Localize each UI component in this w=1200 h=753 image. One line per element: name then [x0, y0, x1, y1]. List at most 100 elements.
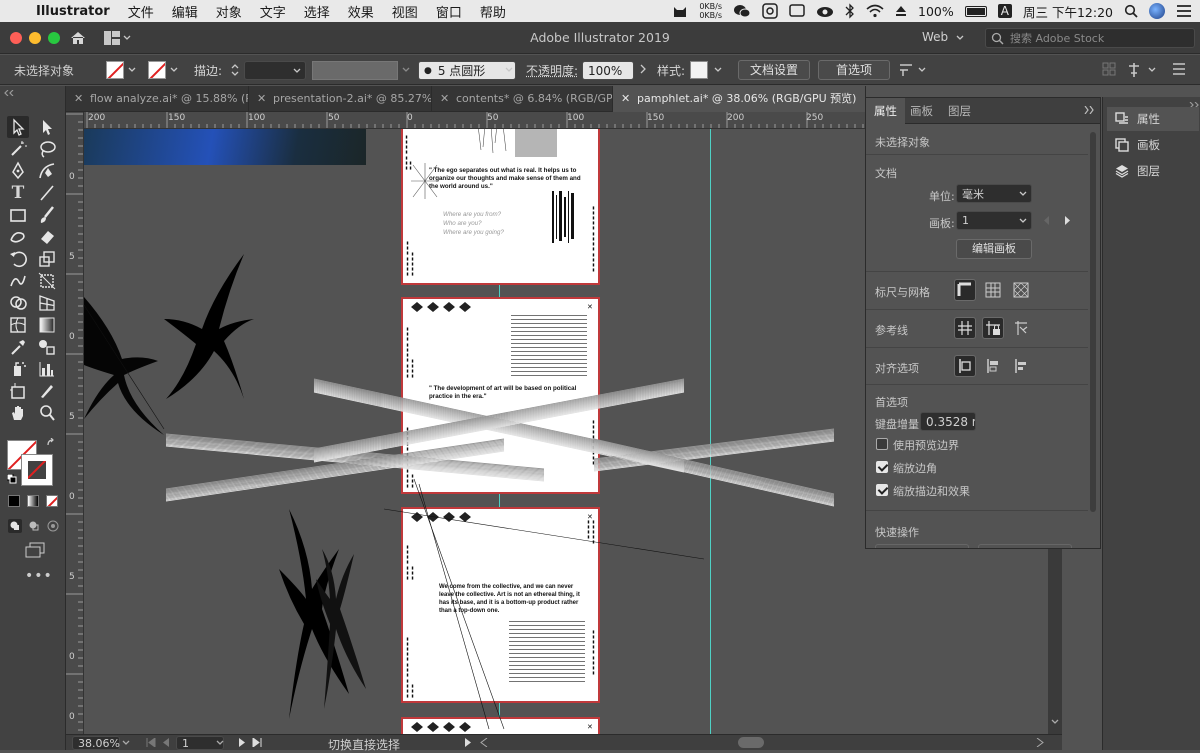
scale-strokes-checkbox[interactable] — [876, 484, 888, 496]
symbol-sprayer-tool-icon[interactable] — [7, 358, 29, 380]
menu-view[interactable]: 视图 — [392, 2, 418, 21]
stroke-color-swatch[interactable] — [22, 455, 52, 485]
next-artboard-icon[interactable] — [1064, 216, 1070, 225]
clock[interactable]: 周三 下午12:20 — [1023, 2, 1113, 21]
adobe-stock-search[interactable]: 搜索 Adobe Stock — [985, 28, 1195, 48]
previous-artboard-icon[interactable] — [1044, 216, 1050, 225]
collapse-panel-icon[interactable] — [1084, 106, 1094, 114]
document-tab[interactable]: ✕contents* @ 6.84% (RGB/GPU... — [432, 86, 613, 112]
rulers-toggle-icon[interactable] — [954, 279, 976, 301]
align-center-icon[interactable] — [1126, 62, 1142, 78]
workspace-switcher[interactable]: Web — [910, 28, 972, 48]
next-artboard-icon[interactable] — [238, 738, 246, 747]
menu-file[interactable]: 文件 — [128, 2, 154, 21]
keyboard-increment-field[interactable]: 0.3528 m — [920, 412, 976, 431]
pen-tool-icon[interactable] — [7, 160, 29, 182]
bluetooth-icon[interactable] — [845, 3, 855, 19]
close-icon[interactable]: ✕ — [257, 86, 266, 112]
menu-select[interactable]: 选择 — [304, 2, 330, 21]
grid-align-icon[interactable] — [1102, 62, 1116, 76]
menu-type[interactable]: 文字 — [260, 2, 286, 21]
align-to-key-object-icon[interactable] — [982, 355, 1004, 377]
screen-mode-icon[interactable] — [24, 542, 46, 558]
dock-layers[interactable]: 图层 — [1107, 159, 1199, 183]
selection-tool-icon[interactable] — [7, 116, 29, 138]
eject-icon[interactable] — [895, 5, 907, 17]
preview-bounds-checkbox[interactable] — [876, 438, 888, 450]
document-tab[interactable]: ✕ flow analyze.ai* @ 15.88% (R... — [66, 86, 249, 112]
wechat-icon[interactable] — [733, 3, 751, 19]
scroll-left-icon[interactable] — [480, 738, 488, 747]
stroke-swatch[interactable] — [148, 61, 166, 79]
align-to-artboard-icon[interactable] — [1010, 355, 1032, 377]
graphic-style-swatch[interactable] — [690, 61, 708, 79]
chevron-down-icon[interactable] — [128, 67, 136, 73]
menu-window[interactable]: 窗口 — [436, 2, 462, 21]
type-tool-icon[interactable]: T — [7, 182, 29, 204]
window-minimize-button[interactable] — [29, 32, 41, 44]
spotlight-search-icon[interactable] — [1124, 4, 1138, 18]
smart-guides-icon[interactable] — [1010, 317, 1032, 339]
draw-normal-icon[interactable] — [8, 519, 22, 533]
close-icon[interactable]: ✕ — [621, 86, 630, 112]
column-graph-tool-icon[interactable] — [36, 358, 58, 380]
stroke-stepper-icon[interactable] — [230, 62, 240, 78]
screen-icon[interactable] — [789, 3, 805, 19]
chevron-down-icon[interactable] — [402, 67, 410, 73]
opacity-field[interactable]: 100% — [582, 61, 634, 80]
rotate-tool-icon[interactable] — [7, 248, 29, 270]
paintbrush-tool-icon[interactable] — [36, 204, 58, 226]
edit-artboards-button[interactable]: 编辑画板 — [956, 239, 1032, 259]
preferences-button[interactable]: 首选项 — [818, 60, 890, 80]
dock-properties[interactable]: 属性 — [1107, 107, 1199, 131]
chevron-down-icon[interactable] — [1148, 67, 1156, 73]
close-icon[interactable]: ✕ — [440, 86, 449, 112]
transparency-grid-icon[interactable] — [1010, 279, 1032, 301]
menu-help[interactable]: 帮助 — [480, 2, 506, 21]
notification-center-icon[interactable] — [1176, 4, 1192, 18]
zoom-level-dropdown[interactable]: 38.06% — [72, 736, 120, 750]
direct-selection-tool-icon[interactable] — [36, 116, 58, 138]
menu-effect[interactable]: 效果 — [348, 2, 374, 21]
magic-wand-tool-icon[interactable] — [7, 138, 29, 160]
gradient-mode-icon[interactable] — [27, 495, 39, 507]
variable-width-profile[interactable] — [312, 61, 398, 80]
menu-edit[interactable]: 编辑 — [172, 2, 198, 21]
horizontal-ruler[interactable]: 200 150 100 50 0 50 100 150 200 250 — [84, 112, 866, 129]
warp-tool-icon[interactable] — [7, 270, 29, 292]
window-close-button[interactable] — [10, 32, 22, 44]
shaper-tool-icon[interactable] — [7, 226, 29, 248]
close-icon[interactable]: ✕ — [74, 86, 83, 112]
guides-toggle-icon[interactable] — [954, 317, 976, 339]
artboard-tool-icon[interactable] — [7, 380, 29, 402]
draw-inside-icon[interactable] — [46, 519, 60, 533]
lock-guides-icon[interactable] — [982, 317, 1004, 339]
chevron-down-icon[interactable] — [170, 67, 178, 73]
rectangle-tool-icon[interactable] — [7, 204, 29, 226]
grid-toggle-icon[interactable] — [982, 279, 1004, 301]
slice-tool-icon[interactable] — [36, 380, 58, 402]
dock-artboards[interactable]: 画板 — [1107, 133, 1199, 157]
previous-artboard-icon[interactable] — [162, 738, 170, 747]
perspective-grid-tool-icon[interactable] — [36, 292, 58, 314]
home-icon[interactable] — [69, 30, 87, 46]
chevron-down-icon[interactable] — [1051, 719, 1059, 725]
qq-search-icon[interactable] — [762, 3, 778, 19]
creative-cloud-icon[interactable] — [816, 3, 834, 19]
first-artboard-icon[interactable] — [146, 738, 156, 747]
menu-app-name[interactable]: Illustrator — [36, 4, 110, 19]
menu-object[interactable]: 对象 — [216, 2, 242, 21]
chevron-right-icon[interactable] — [640, 64, 646, 74]
align-to-selection-icon[interactable] — [954, 355, 976, 377]
scale-corners-checkbox[interactable] — [876, 461, 888, 473]
curvature-tool-icon[interactable] — [36, 160, 58, 182]
scale-tool-icon[interactable] — [36, 248, 58, 270]
zoom-tool-icon[interactable] — [36, 402, 58, 424]
lasso-tool-icon[interactable] — [36, 138, 58, 160]
tab-artboards[interactable]: 画板 — [902, 98, 941, 124]
wifi-icon[interactable] — [866, 4, 884, 18]
status-menu-arrow-icon[interactable] — [464, 738, 472, 747]
vertical-ruler[interactable]: 0 5 0 5 0 5 0 0 — [66, 112, 84, 734]
none-mode-icon[interactable] — [46, 495, 58, 507]
fill-swatch[interactable] — [106, 61, 124, 79]
